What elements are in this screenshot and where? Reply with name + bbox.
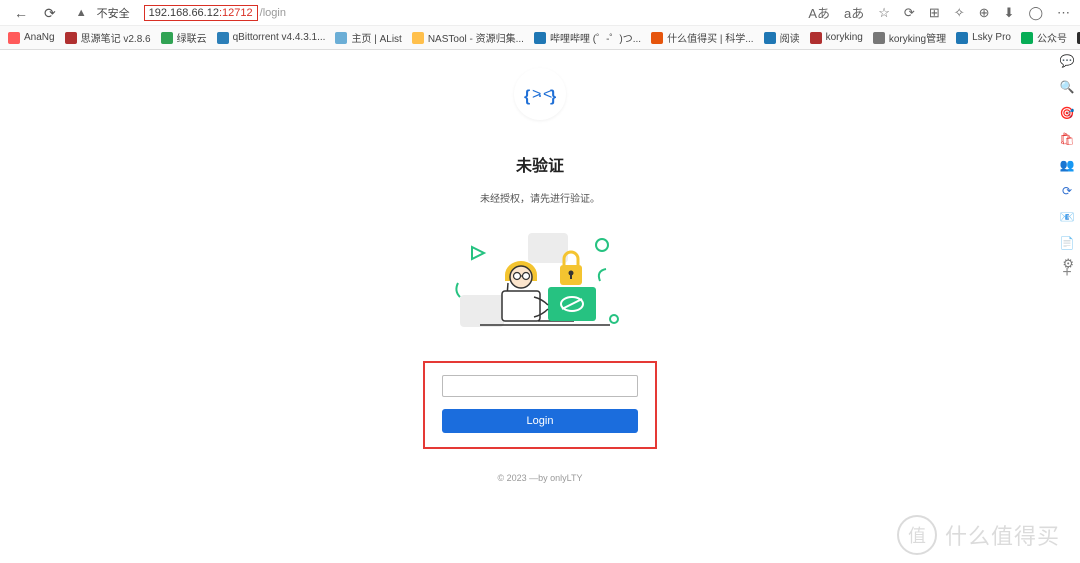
favicon	[65, 32, 77, 44]
bookmark-item[interactable]: AnaNg	[8, 32, 55, 44]
favicon	[810, 32, 822, 44]
sidebar-icon[interactable]: 🔍	[1060, 80, 1074, 94]
security-label: 不安全	[97, 5, 130, 21]
bookmark-item[interactable]: NASTool - 资源归集...	[412, 30, 524, 45]
security-warn-icon: ▲	[76, 7, 87, 19]
favicon	[764, 32, 776, 44]
addressbar-icon[interactable]: ⬇	[1004, 5, 1015, 21]
favicon	[956, 32, 968, 44]
bookmark-item[interactable]: koryking	[810, 32, 863, 44]
svg-text:}: }	[550, 88, 556, 105]
bookmark-label: 绿联云	[177, 30, 207, 45]
bookmark-item[interactable]: qBittorrent v4.4.3.1...	[217, 32, 326, 44]
page-subtitle: 未经授权，请先进行验证。	[423, 190, 657, 205]
sidebar-icon[interactable]: 📄	[1060, 236, 1074, 250]
password-input[interactable]	[442, 375, 638, 397]
sidebar-icon[interactable]: 🛍	[1060, 132, 1074, 146]
url-ip: 192.168.66.12	[149, 7, 219, 19]
login-button[interactable]: Login	[442, 409, 638, 433]
bookmark-item[interactable]: Lsky Pro	[956, 32, 1011, 44]
bookmark-label: qBittorrent v4.4.3.1...	[233, 32, 326, 43]
page-title: 未验证	[423, 152, 657, 176]
login-panel: { > < } 未验证 未经授权，请先进行验证。	[423, 68, 657, 563]
favicon	[651, 32, 663, 44]
favicon	[412, 32, 424, 44]
sidebar-icon[interactable]: 📧	[1060, 210, 1074, 224]
watermark-circle: 值	[897, 515, 937, 555]
favicon	[873, 32, 885, 44]
url-path: /login	[260, 7, 286, 19]
bookmark-item[interactable]: 主页 | AList	[335, 30, 401, 45]
favicon	[161, 32, 173, 44]
bookmark-label: 阅读	[780, 30, 800, 45]
addressbar-icon[interactable]: ◯	[1028, 5, 1043, 21]
sidebar-icon[interactable]: 🎯	[1060, 106, 1074, 120]
bookmark-label: koryking	[826, 32, 863, 43]
login-form-highlight: Login	[423, 361, 657, 449]
bookmark-label: NASTool - 资源归集...	[428, 30, 524, 45]
watermark: 值 什么值得买	[897, 515, 1060, 555]
bookmark-item[interactable]: 什么值得买 | 科学...	[651, 30, 754, 45]
refresh-button[interactable]: ⟳	[44, 6, 56, 20]
bookmark-label: 思源笔记 v2.8.6	[81, 30, 151, 45]
login-illustration	[450, 227, 630, 347]
browser-address-bar: ← ⟳ ▲ 不安全 192.168.66.12 :12712 /login Aあ…	[0, 0, 1080, 26]
bookmarks-bar: AnaNg 思源笔记 v2.8.6 绿联云 qBittorrent v4.4.3.1.…	[0, 26, 1080, 50]
addressbar-icon[interactable]: ⟳	[904, 5, 915, 21]
bookmark-item[interactable]: 绿联云	[161, 30, 207, 45]
bookmark-label: AnaNg	[24, 32, 55, 43]
favicon	[534, 32, 546, 44]
bookmark-label: Lsky Pro	[972, 32, 1011, 43]
addressbar-icon[interactable]: aあ	[844, 3, 864, 22]
addressbar-icon[interactable]: ✧	[954, 5, 965, 21]
bookmark-item[interactable]: 哔哩哔哩 (゜-゜)つ...	[534, 30, 641, 45]
bookmark-item[interactable]: 思源笔记 v2.8.6	[65, 30, 151, 45]
sidebar-icon[interactable]: 👥	[1060, 158, 1074, 172]
footer-text: © 2023 —by onlyLTY	[423, 473, 657, 483]
url-port: :12712	[219, 7, 253, 19]
addressbar-icon[interactable]: Aあ	[808, 3, 830, 22]
bookmark-label: koryking管理	[889, 30, 946, 45]
bookmark-label: 主页 | AList	[351, 30, 401, 45]
edge-sidebar: 💬🔍🎯🛍👥⟳📧📄+⚙	[1054, 50, 1080, 280]
favicon	[335, 32, 347, 44]
sidebar-icon[interactable]: ⟳	[1060, 184, 1074, 198]
addressbar-icon[interactable]: ⊞	[929, 5, 940, 21]
bookmark-label: 公众号	[1037, 30, 1067, 45]
svg-text:{: {	[524, 88, 530, 105]
bookmark-item[interactable]: 公众号	[1021, 30, 1067, 45]
svg-text:>: >	[532, 86, 541, 103]
bookmark-label: 哔哩哔哩 (゜-゜)つ...	[550, 30, 641, 45]
favicon	[217, 32, 229, 44]
watermark-text: 什么值得买	[945, 519, 1060, 551]
addressbar-icon[interactable]: ⊕	[979, 5, 990, 21]
addressbar-icon[interactable]: ☆	[878, 5, 890, 21]
addressbar-icon[interactable]: ⋯	[1057, 5, 1070, 21]
url-display[interactable]: 192.168.66.12 :12712 /login	[144, 5, 286, 21]
favicon	[8, 32, 20, 44]
back-button[interactable]: ←	[14, 6, 28, 20]
bookmark-item[interactable]: koryking管理	[873, 30, 946, 45]
settings-icon[interactable]: ⚙	[1062, 256, 1074, 272]
address-right-icons: Aあ aあ ☆ ⟳ ⊞ ✧ ⊕ ⬇ ◯ ⋯	[808, 3, 1072, 22]
bookmark-label: 什么值得买 | 科学...	[667, 30, 754, 45]
favicon	[1021, 32, 1033, 44]
app-logo: { > < }	[514, 68, 566, 120]
page-content: { > < } 未验证 未经授权，请先进行验证。	[0, 50, 1080, 563]
bookmark-item[interactable]: 阅读	[764, 30, 800, 45]
sidebar-icon[interactable]: 💬	[1060, 54, 1074, 68]
